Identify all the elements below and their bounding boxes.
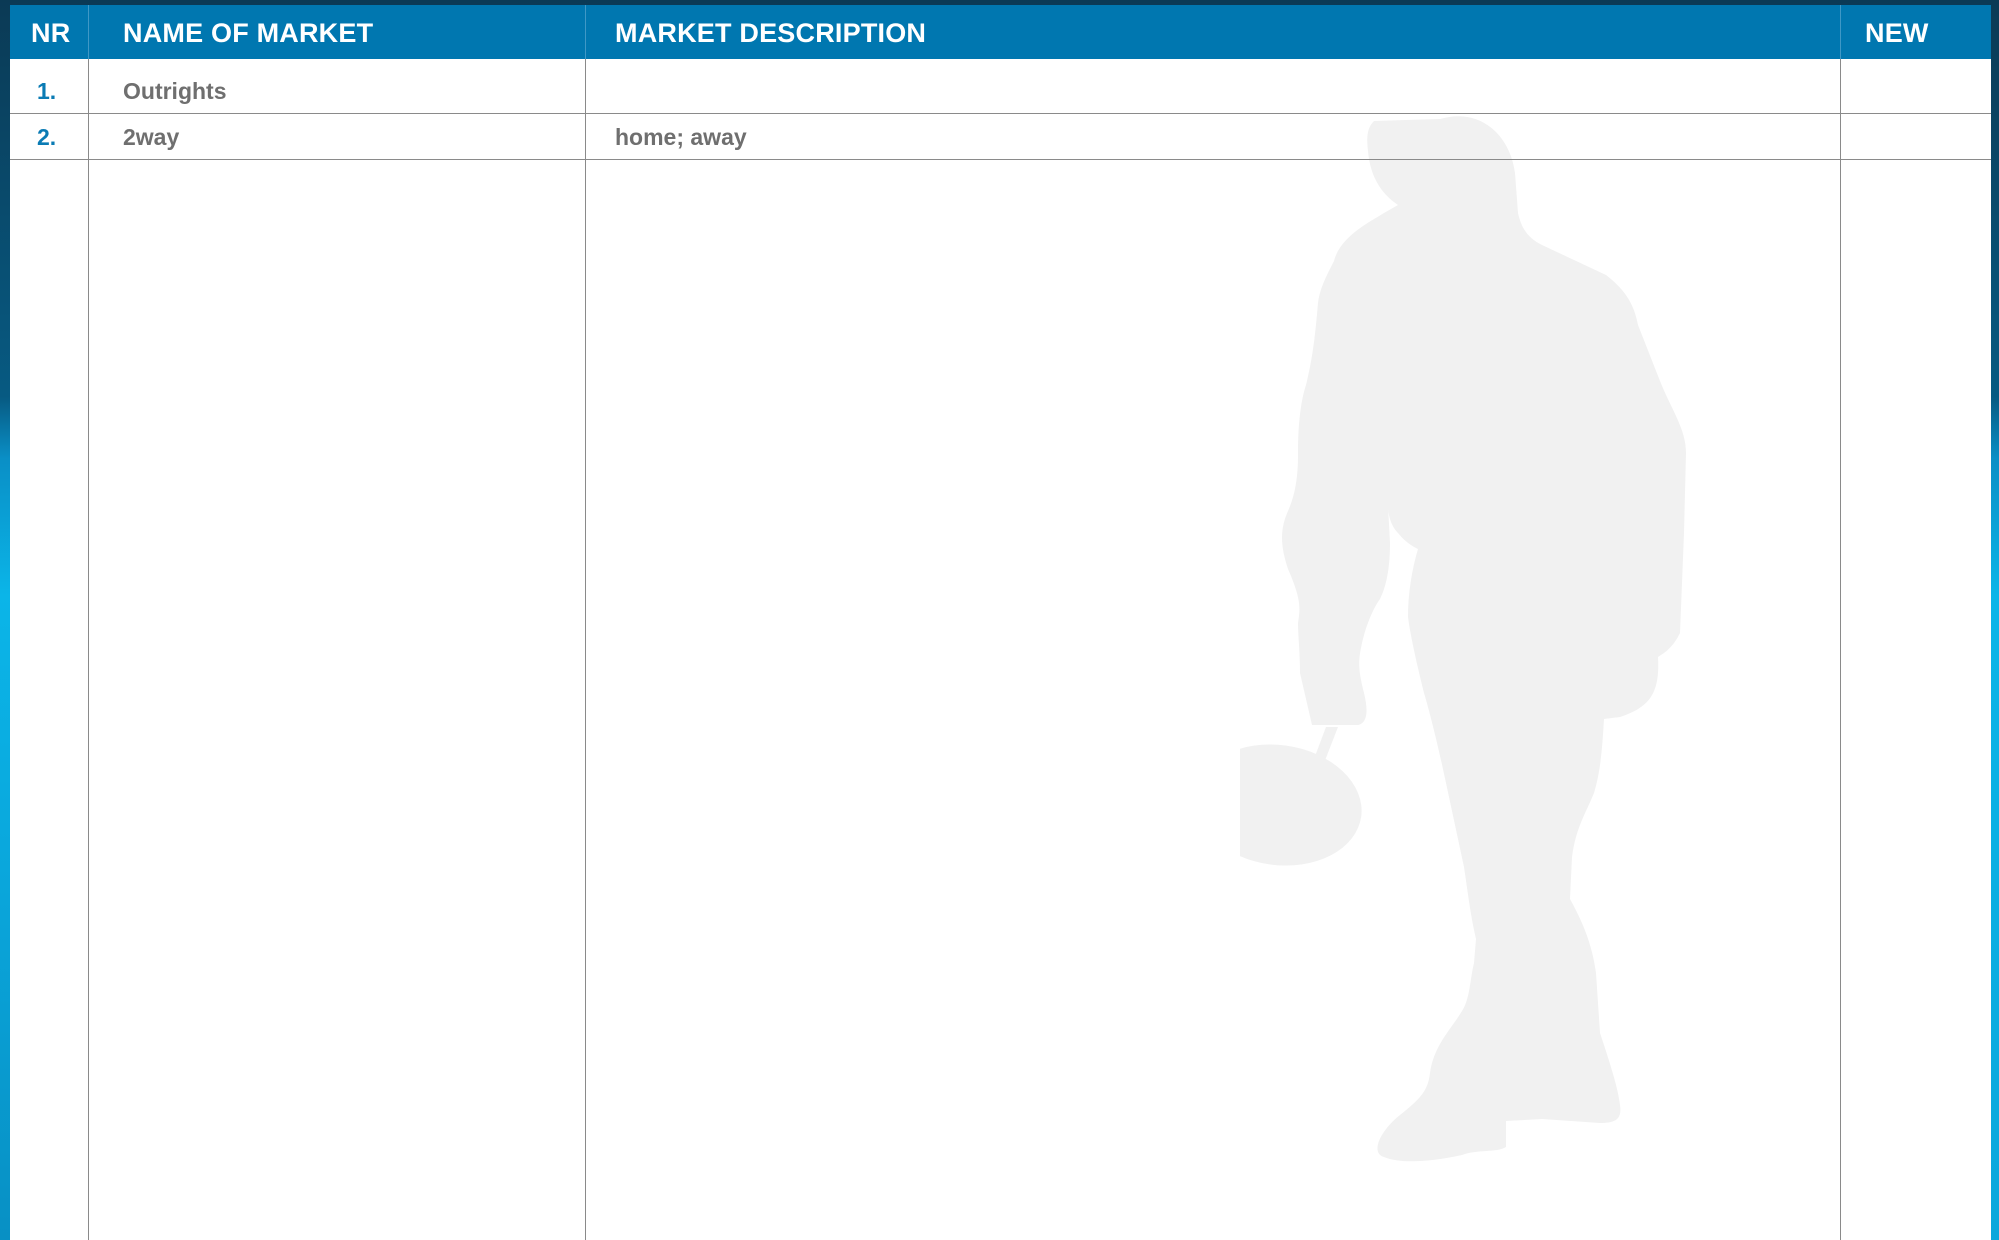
header-divider-name [585, 5, 586, 59]
column-divider-description [1840, 5, 1841, 1240]
column-divider-nr [88, 5, 89, 1240]
market-sheet: NR NAME OF MARKET MARKET DESCRIPTION NEW… [10, 5, 1991, 1240]
market-description: home; away [615, 124, 747, 150]
table-header: NR NAME OF MARKET MARKET DESCRIPTION NEW [10, 5, 1991, 59]
header-divider-description [1840, 5, 1841, 59]
markets-table: NR NAME OF MARKET MARKET DESCRIPTION NEW… [10, 5, 1991, 1240]
row-divider [10, 159, 1991, 160]
market-new [1865, 69, 1975, 113]
row-number: 2. [37, 124, 57, 150]
column-divider-name [585, 5, 586, 1240]
header-divider-nr [88, 5, 89, 59]
market-description [615, 69, 1825, 113]
header-new: NEW [1865, 18, 1929, 48]
row-divider [10, 113, 1991, 114]
market-new [1865, 115, 1975, 159]
market-name: 2way [123, 124, 180, 150]
header-name-of-market: NAME OF MARKET [123, 18, 374, 48]
market-name: Outrights [123, 78, 227, 104]
header-market-description: MARKET DESCRIPTION [615, 18, 927, 48]
header-nr: NR [31, 18, 71, 48]
row-number: 1. [37, 78, 57, 104]
